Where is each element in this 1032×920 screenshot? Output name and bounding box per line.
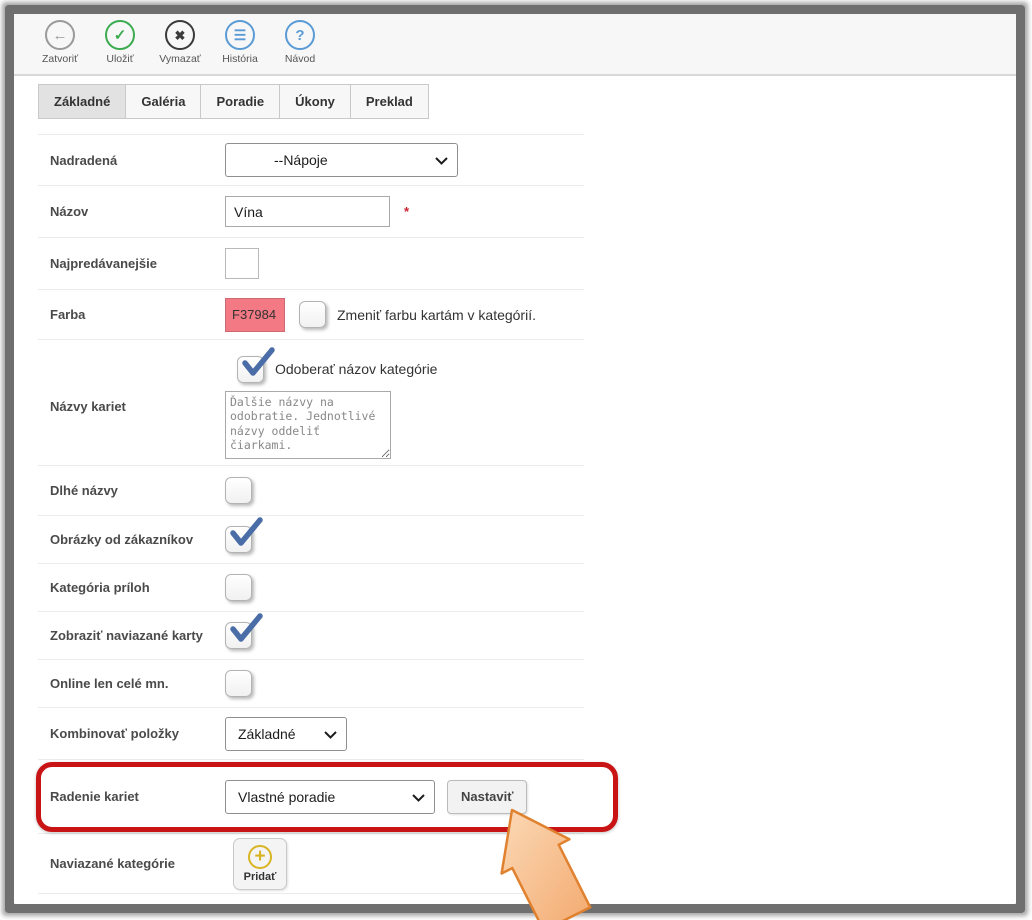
card-names-line: Názvy kariet	[38, 391, 584, 459]
row-radenie-kariet: Radenie kariet Vlastné poradie Nastaviť	[38, 760, 584, 834]
field-label: Dlhé názvy	[38, 483, 225, 498]
required-asterisk: *	[404, 204, 409, 219]
row-farba: Farba F37984 Zmeniť farbu kartám v kateg…	[38, 290, 584, 340]
customer-images-checkbox[interactable]	[225, 526, 252, 553]
row-najpredavanejsie: Najpredávanejšie	[38, 238, 584, 290]
help-button-label: Návod	[285, 53, 315, 65]
row-nazov: Názov *	[38, 186, 584, 238]
name-input[interactable]	[225, 196, 390, 227]
question-icon: ?	[285, 20, 315, 50]
tab-bar: Základné Galéria Poradie Úkony Preklad	[38, 84, 1016, 119]
field-label: Nadradená	[38, 153, 225, 168]
checkmark-icon	[227, 612, 263, 646]
set-sorting-button[interactable]: Nastaviť	[447, 780, 527, 814]
select-value: Vlastné poradie	[238, 789, 335, 805]
category-form: Nadradená --Nápoje Názov * Najpredávanej…	[14, 134, 1016, 894]
change-color-checkbox-label: Zmeniť farbu kartám v kategórií.	[337, 307, 536, 323]
bestseller-box[interactable]	[225, 248, 259, 279]
row-nadradena: Nadradená --Nápoje	[38, 134, 584, 186]
field-label: Radenie kariet	[38, 789, 225, 804]
field-label: Názov	[38, 204, 225, 219]
checkmark-icon	[239, 346, 275, 380]
chevron-down-icon	[435, 157, 448, 165]
color-value-input[interactable]: F37984	[225, 298, 285, 332]
field-label: Zobraziť naviazané karty	[38, 628, 225, 643]
parent-category-select[interactable]: --Nápoje	[225, 143, 458, 177]
field-label: Najpredávanejšie	[38, 256, 225, 271]
combine-items-select[interactable]: Základné	[225, 717, 347, 751]
row-naviazane-kategorie: Naviazané kategórie + Pridať	[38, 834, 584, 894]
card-names-textarea[interactable]	[225, 391, 391, 459]
save-button-label: Uložiť	[106, 53, 133, 65]
row-kategoria-priloh: Kategória príloh	[38, 564, 584, 612]
row-online-cele-mn: Online len celé mn.	[38, 660, 584, 708]
tab-preklad[interactable]: Preklad	[350, 84, 429, 119]
select-value: Základné	[238, 726, 296, 742]
row-dlhe-nazvy: Dlhé názvy	[38, 466, 584, 516]
color-hex-value: F37984	[232, 307, 276, 322]
row-zobrazit-naviazane: Zobraziť naviazané karty	[38, 612, 584, 660]
row-kombinovat: Kombinovať položky Základné	[38, 708, 584, 760]
tab-poradie[interactable]: Poradie	[200, 84, 280, 119]
history-button[interactable]: ☰ História	[210, 20, 270, 65]
change-color-checkbox[interactable]	[299, 301, 326, 328]
attachments-category-checkbox[interactable]	[225, 574, 252, 601]
page: ← Zatvoriť ✓ Uložiť ✖ Vymazať ☰ H	[14, 14, 1016, 904]
field-label: Kombinovať položky	[38, 726, 225, 741]
toolbar: ← Zatvoriť ✓ Uložiť ✖ Vymazať ☰ H	[14, 14, 1016, 76]
close-button-label: Zatvoriť	[42, 53, 78, 65]
field-label: Názvy kariet	[38, 391, 225, 459]
field-label: Naviazané kategórie	[38, 856, 225, 871]
remove-category-name-label: Odoberať názov kategórie	[275, 361, 437, 377]
tab-ukony[interactable]: Úkony	[279, 84, 351, 119]
field-label: Obrázky od zákazníkov	[38, 532, 225, 547]
screenshot-canvas: ← Zatvoriť ✓ Uložiť ✖ Vymazať ☰ H	[0, 0, 1032, 920]
plus-circle-icon: +	[248, 845, 272, 869]
online-whole-qty-checkbox[interactable]	[225, 670, 252, 697]
card-sorting-select[interactable]: Vlastné poradie	[225, 780, 435, 814]
select-value: --Nápoje	[274, 152, 328, 168]
back-arrow-icon: ←	[45, 20, 75, 50]
chevron-down-icon	[324, 731, 337, 739]
add-button-label: Pridať	[244, 871, 277, 883]
save-button[interactable]: ✓ Uložiť	[90, 20, 150, 65]
menu-lines-icon: ☰	[225, 20, 255, 50]
field-label: Farba	[38, 307, 225, 322]
checkmark-icon	[227, 516, 263, 550]
delete-button[interactable]: ✖ Vymazať	[150, 20, 210, 65]
chevron-down-icon	[412, 794, 425, 802]
remove-category-name-checkbox[interactable]	[237, 356, 264, 383]
app-window: ← Zatvoriť ✓ Uložiť ✖ Vymazať ☰ H	[14, 14, 1016, 904]
check-circle-icon: ✓	[105, 20, 135, 50]
row-nazvy-kariet: Odoberať názov kategórie Názvy kariet	[38, 340, 584, 466]
field-label: Online len celé mn.	[38, 676, 225, 691]
remove-name-line: Odoberať názov kategórie	[237, 349, 584, 389]
tab-galeria[interactable]: Galéria	[125, 84, 201, 119]
long-names-checkbox[interactable]	[225, 477, 252, 504]
x-circle-icon: ✖	[165, 20, 195, 50]
close-button[interactable]: ← Zatvoriť	[30, 20, 90, 65]
show-linked-cards-checkbox[interactable]	[225, 622, 252, 649]
tab-zakladne[interactable]: Základné	[38, 84, 126, 119]
delete-button-label: Vymazať	[159, 53, 200, 65]
add-linked-category-button[interactable]: + Pridať	[233, 838, 287, 890]
history-button-label: História	[222, 53, 258, 65]
field-label: Kategória príloh	[38, 580, 225, 595]
row-obrazky-zakaznikov: Obrázky od zákazníkov	[38, 516, 584, 564]
help-button[interactable]: ? Návod	[270, 20, 330, 65]
